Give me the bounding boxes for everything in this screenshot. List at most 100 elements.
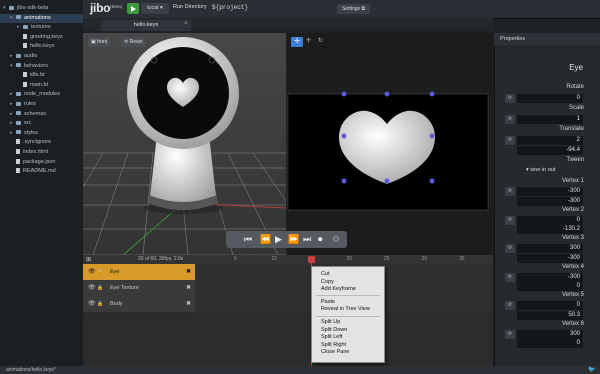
tree-item[interactable]: package.json	[0, 158, 83, 167]
visibility-eye-icon[interactable]: 👁	[88, 264, 96, 280]
properties-title: Properties	[494, 33, 600, 45]
close-icon[interactable]: ×	[184, 21, 188, 27]
tree-item-label: textures	[31, 24, 51, 31]
tree-item[interactable]: ▸ textures	[0, 23, 83, 32]
tree-item[interactable]: ▸ src	[0, 119, 83, 128]
rotate-tool-icon[interactable]: ↻	[318, 37, 323, 44]
tree-item-label: .syncignore	[23, 139, 52, 146]
tree-item[interactable]: ▸ schemas	[0, 110, 83, 119]
ruler-tick-label: 35	[459, 256, 465, 262]
property-value[interactable]: -130.2	[517, 225, 583, 234]
context-menu-item[interactable]: Paste	[321, 299, 335, 305]
visibility-eye-icon[interactable]: 👁	[88, 296, 96, 312]
tree-item[interactable]: greeting.keys	[0, 33, 83, 42]
tree-item[interactable]: index.html	[0, 148, 83, 157]
lock-icon[interactable]: 🔒	[97, 280, 103, 296]
file-icon	[23, 33, 27, 39]
timeline-track[interactable]: 👁 🔒 Eye ✖	[83, 264, 195, 281]
project-path[interactable]: ${project}	[212, 4, 248, 11]
tree-item[interactable]: ▾ behaviors	[0, 62, 83, 71]
skip-start-icon[interactable]: ⏮	[244, 234, 252, 245]
context-menu-item[interactable]: Split Down	[321, 327, 347, 333]
property-value[interactable]: 2	[517, 136, 583, 145]
property-value[interactable]: 1	[517, 115, 583, 124]
property-value[interactable]: -94.4	[517, 146, 583, 155]
playhead-handle[interactable]	[308, 256, 315, 263]
delete-track-icon[interactable]: ✖	[186, 280, 191, 296]
loop-icon[interactable]: ⚙	[332, 234, 340, 245]
property-value[interactable]: 0	[517, 215, 583, 225]
timeline-track[interactable]: 👁 🔒 Body ✖	[83, 296, 195, 313]
property-value[interactable]: -300	[517, 272, 583, 282]
play-icon[interactable]: ▶	[275, 234, 282, 245]
context-menu-item[interactable]: Close Pane	[321, 349, 349, 355]
context-menu-item[interactable]: Copy	[321, 279, 334, 285]
skip-end-icon[interactable]: ⏭	[303, 234, 311, 245]
property-value[interactable]: -300	[517, 253, 583, 263]
viewport-3d[interactable]	[83, 33, 286, 255]
visibility-eye-icon[interactable]: 👁	[88, 280, 96, 296]
property-value[interactable]: 0	[517, 301, 583, 310]
link-toggle-icon[interactable]: ⟳	[505, 215, 515, 225]
tree-item[interactable]: main.bt	[0, 81, 83, 90]
property-value[interactable]: -300	[517, 196, 583, 206]
reset-view-button[interactable]: ⟲ Reset	[121, 38, 146, 47]
tree-item[interactable]: .syncignore	[0, 138, 83, 147]
tree-item[interactable]: ▾ animations	[0, 13, 83, 23]
bird-icon: 🐦	[588, 367, 596, 373]
link-toggle-icon[interactable]: ⟳	[505, 272, 515, 282]
add-track-icon[interactable]: ⊞	[86, 256, 91, 263]
tree-item[interactable]: idle.bt	[0, 71, 83, 80]
property-value[interactable]: 300	[517, 244, 583, 253]
link-toggle-icon[interactable]: ⟳	[505, 187, 515, 196]
tab-hello-keys[interactable]: hello.keys	[101, 20, 191, 31]
context-menu-item[interactable]: Add Keyframe	[321, 286, 356, 292]
step-back-icon[interactable]: ⏪	[260, 234, 271, 245]
monitor-icon: ▣	[91, 39, 96, 45]
tree-item[interactable]: ▾ jibo-sdk-beta	[0, 4, 83, 13]
property-value[interactable]: 0	[517, 282, 583, 291]
context-menu-item[interactable]: Cut	[321, 271, 330, 277]
timeline-track[interactable]: 👁 🔒 Eye Texture ✖	[83, 280, 195, 297]
context-menu-item[interactable]: Split Left	[321, 334, 342, 340]
settings-button[interactable]: Settings ⧉	[337, 4, 370, 14]
tween-select[interactable]: ▾ sine in out	[526, 167, 583, 175]
delete-track-icon[interactable]: ✖	[186, 296, 191, 312]
tree-item[interactable]: hello.keys	[0, 42, 83, 51]
property-value[interactable]: -300	[517, 187, 583, 196]
link-toggle-icon[interactable]: ⟳	[505, 94, 515, 103]
tree-item[interactable]: ▸ audio	[0, 52, 83, 61]
link-toggle-icon[interactable]: ⟳	[505, 244, 515, 253]
link-toggle-icon[interactable]: ⟳	[505, 301, 515, 310]
property-value[interactable]: 0	[517, 94, 583, 103]
context-menu-item[interactable]: Split Right	[321, 342, 346, 348]
environment-select[interactable]: local ▾	[141, 3, 169, 14]
tree-item-label: index.html	[23, 149, 49, 155]
tree-item[interactable]: ▸ rules	[0, 100, 83, 109]
property-value[interactable]: 300	[517, 329, 583, 339]
add-vertex-button[interactable]: ✛	[291, 37, 303, 47]
eye-editor-canvas	[287, 33, 493, 255]
delete-track-icon[interactable]: ✖	[186, 264, 191, 280]
context-menu-item[interactable]: Split Up	[321, 319, 340, 325]
property-value[interactable]: 0	[517, 339, 583, 348]
front-view-button[interactable]: ▣ front	[88, 38, 111, 47]
file-icon	[16, 139, 20, 145]
tree-item[interactable]: README.md	[0, 167, 83, 176]
context-menu-item[interactable]: Reveal in Tree View	[321, 306, 370, 312]
lock-icon[interactable]: 🔒	[97, 296, 103, 312]
tree-item[interactable]: ▸ node_modules	[0, 90, 83, 99]
link-toggle-icon[interactable]: ⟳	[505, 136, 515, 145]
viewport-2d[interactable]	[287, 33, 493, 255]
folder-icon	[23, 24, 28, 29]
step-forward-icon[interactable]: ⏩	[288, 234, 299, 245]
tree-item[interactable]: ▸ styles	[0, 129, 83, 138]
folder-icon	[16, 101, 21, 106]
link-toggle-icon[interactable]: ⟳	[505, 329, 515, 339]
lock-icon[interactable]: 🔒	[97, 264, 103, 280]
record-icon[interactable]: ⏺	[318, 234, 323, 245]
run-button[interactable]	[127, 3, 139, 14]
link-toggle-icon[interactable]: ⟳	[505, 115, 515, 124]
property-value[interactable]: 50.3	[517, 310, 583, 320]
move-tool-icon[interactable]: ✢	[306, 37, 311, 44]
